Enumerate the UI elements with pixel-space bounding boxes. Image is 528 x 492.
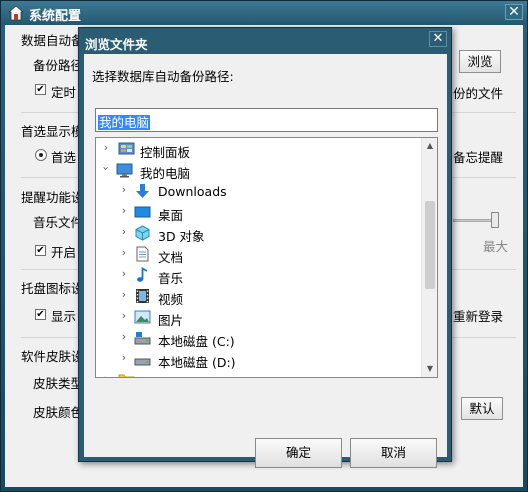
tree-item-drive-d[interactable]: › 本地磁盘 (D:) (96, 349, 422, 370)
preferred-mode-label: 首选 (51, 150, 77, 165)
volume-slider-thumb[interactable] (491, 212, 499, 228)
group-auto-backup-label: 数据自动备 (21, 33, 84, 48)
dialog-title: 浏览文件夹 (85, 37, 148, 52)
backup-path-label: 备份路径 (33, 58, 84, 73)
computer-icon (116, 163, 133, 178)
backup-file-text: 份的文件 (453, 86, 504, 101)
cancel-button[interactable]: 取消 (350, 438, 437, 468)
chevron-right-icon[interactable]: › (118, 267, 130, 280)
skin-color-label: 皮肤颜色 (33, 405, 84, 420)
tree-item-music[interactable]: › 音乐 (96, 265, 422, 286)
show-tray-label: 显示 (51, 309, 77, 324)
chevron-right-icon[interactable]: › (118, 183, 130, 196)
folder-path-value: 我的电脑 (98, 115, 151, 130)
dialog-close-button[interactable]: ✕ (429, 31, 447, 47)
timed-backup-checkbox[interactable]: ✔ (35, 84, 46, 95)
desktop-icon (134, 206, 151, 218)
scroll-down-icon[interactable]: ▼ (422, 361, 437, 377)
group-reminder-label: 提醒功能设 (21, 190, 84, 205)
skin-type-label: 皮肤类型 (33, 376, 84, 391)
chevron-right-icon[interactable]: › (118, 330, 130, 343)
downloads-icon (136, 184, 149, 198)
drive-icon (134, 332, 151, 345)
chevron-right-icon[interactable]: › (100, 141, 112, 154)
tree-item-label: 视频 (158, 292, 184, 307)
folder-tree[interactable]: › 控制面板 › 我的电脑 › Downloads › 桌面 › 3D 对象 ›… (95, 137, 438, 378)
group-skin-label: 软件皮肤设 (21, 349, 84, 364)
tree-item-label: 本地磁盘 (D:) (158, 355, 236, 370)
tree-item-label: 3D 对象 (158, 229, 205, 244)
chevron-right-icon[interactable]: › (118, 225, 130, 238)
tree-item-control-panel[interactable]: › 控制面板 (96, 139, 422, 160)
memo-reminder-text: 备忘提醒 (453, 150, 504, 165)
video-icon (136, 289, 149, 303)
chevron-right-icon[interactable]: › (100, 372, 112, 377)
window-close-button[interactable]: ✕ (505, 4, 523, 20)
chevron-right-icon[interactable]: › (118, 204, 130, 217)
tree-item-downloads[interactable]: › Downloads (96, 181, 422, 202)
tree-item-label: 我的电脑 (140, 166, 191, 181)
chevron-right-icon[interactable]: › (118, 351, 130, 364)
3d-objects-icon (135, 225, 150, 241)
folder-path-input[interactable]: 我的电脑 (95, 108, 438, 132)
music-icon (137, 267, 148, 282)
chevron-down-icon[interactable]: › (100, 163, 113, 175)
show-tray-checkbox[interactable]: ✔ (35, 309, 46, 320)
ok-button[interactable]: 确定 (255, 438, 342, 468)
dialog-client-area: 选择数据库自动备份路径: 我的电脑 › 控制面板 › 我的电脑 › Downlo… (84, 54, 447, 468)
window-titlebar: 系统配置 ✕ (1, 1, 527, 25)
tree-item-video[interactable]: › 视频 (96, 286, 422, 307)
tree-item-label: 桌面 (158, 208, 184, 223)
home-icon (8, 5, 24, 21)
chevron-right-icon[interactable]: › (118, 309, 130, 322)
group-tray-icon-label: 托盘图标设 (21, 281, 84, 296)
group-display-mode-label: 首选显示模 (21, 124, 84, 139)
tree-item-label: 控制面板 (140, 145, 191, 160)
tree-item-my-computer[interactable]: › 我的电脑 (96, 160, 422, 181)
browse-button[interactable]: 浏览 (459, 50, 501, 73)
tree-item-pictures[interactable]: › 图片 (96, 307, 422, 328)
folder-tree-rows: › 控制面板 › 我的电脑 › Downloads › 桌面 › 3D 对象 ›… (96, 138, 422, 377)
tree-item-partial[interactable]: › (96, 370, 422, 377)
tree-item-label: 图片 (158, 313, 184, 328)
pictures-icon (134, 310, 151, 324)
max-volume-label: 最大 (483, 239, 509, 254)
window-title: 系统配置 (29, 9, 82, 24)
tree-item-label: Downloads (158, 184, 227, 199)
tree-item-documents[interactable]: › 文档 (96, 244, 422, 265)
chevron-right-icon[interactable]: › (118, 246, 130, 259)
tree-item-label: 本地磁盘 (C:) (158, 334, 235, 349)
documents-icon (136, 246, 149, 262)
scrollbar-thumb[interactable] (425, 201, 435, 289)
dialog-prompt: 选择数据库自动备份路径: (92, 69, 234, 84)
scroll-up-icon[interactable]: ▲ (422, 138, 437, 154)
control-panel-icon (118, 142, 135, 155)
tree-item-label: 文档 (158, 250, 184, 265)
tree-item-desktop[interactable]: › 桌面 (96, 202, 422, 223)
enable-reminder-checkbox[interactable]: ✔ (35, 245, 46, 256)
folder-icon (118, 374, 135, 377)
relogin-text: 重新登录 (453, 309, 504, 324)
drive-icon (134, 358, 151, 366)
default-button[interactable]: 默认 (461, 397, 503, 420)
preferred-mode-radio[interactable] (35, 149, 47, 161)
tree-item-label: 音乐 (158, 271, 184, 286)
tree-item-3d-objects[interactable]: › 3D 对象 (96, 223, 422, 244)
browse-folder-dialog: 浏览文件夹 ✕ 选择数据库自动备份路径: 我的电脑 › 控制面板 › 我的电脑 … (78, 27, 452, 468)
enable-reminder-label: 开启 (51, 245, 77, 260)
tree-vertical-scrollbar[interactable]: ▲ ▼ (421, 138, 437, 377)
timed-backup-label: 定时 (51, 85, 77, 100)
music-file-label: 音乐文件 (33, 215, 84, 230)
tree-item-drive-c[interactable]: › 本地磁盘 (C:) (96, 328, 422, 349)
chevron-right-icon[interactable]: › (118, 288, 130, 301)
